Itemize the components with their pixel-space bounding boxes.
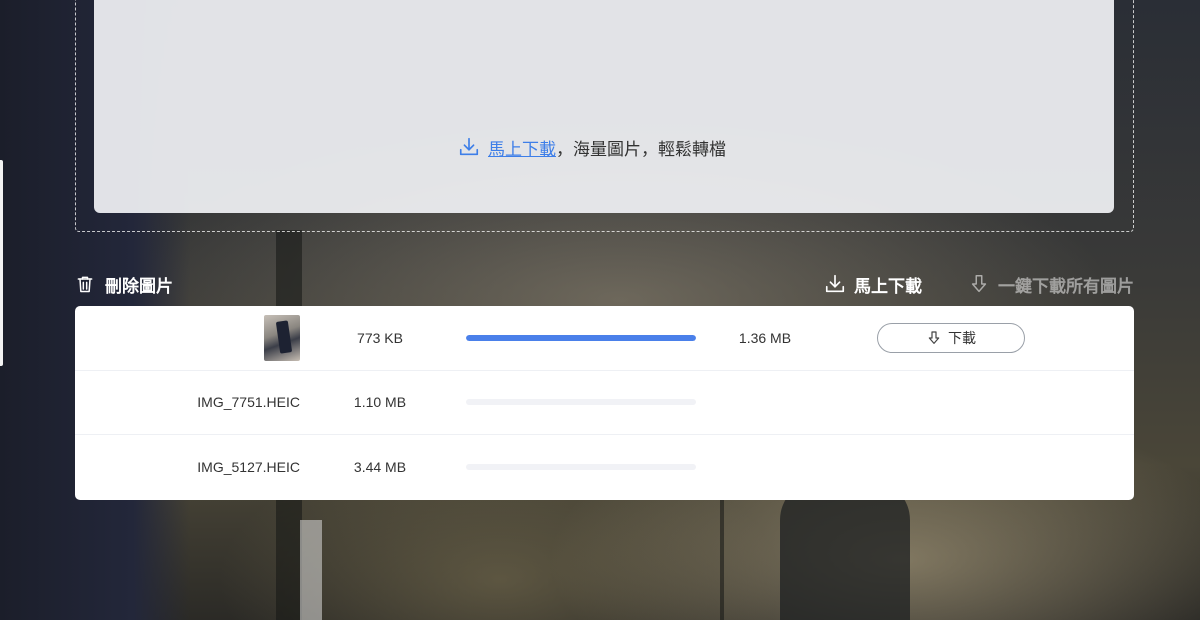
- file-row: 773 KB 1.36 MB 下載: [75, 306, 1134, 371]
- output-size: 1.36 MB: [738, 329, 792, 346]
- download-arrow-icon: [928, 331, 940, 344]
- file-row: IMG_7751.HEIC 1.10 MB: [75, 371, 1134, 436]
- delete-images-label: 刪除圖片: [105, 276, 173, 296]
- download-icon: [459, 137, 479, 156]
- trash-icon: [77, 276, 93, 293]
- file-size: 773 KB: [357, 329, 403, 346]
- upload-dropzone[interactable]: [94, 0, 1114, 213]
- file-row: IMG_5127.HEIC 3.44 MB: [75, 435, 1134, 500]
- progress-track: [466, 399, 696, 406]
- progress-fill: [466, 334, 696, 341]
- delete-images-button[interactable]: 刪除圖片: [75, 272, 173, 296]
- download-now-link[interactable]: 馬上下載: [488, 140, 556, 159]
- file-size: 3.44 MB: [353, 459, 407, 476]
- download-now-button[interactable]: 馬上下載: [824, 272, 922, 297]
- file-name: IMG_7751.HEIC: [197, 394, 300, 411]
- file-size: 1.10 MB: [353, 394, 407, 411]
- file-name: IMG_5127.HEIC: [197, 459, 300, 476]
- toolbar-actions: 馬上下載 一鍵下載所有圖片: [824, 272, 1134, 296]
- building: [300, 520, 322, 620]
- download-all-button[interactable]: 一鍵下載所有圖片: [968, 272, 1134, 297]
- download-hint: 馬上下載，海量圖片，輕鬆轉檔: [458, 135, 726, 159]
- progress-track: [466, 334, 696, 341]
- download-icon: [825, 274, 845, 293]
- person-silhouette: [780, 480, 910, 620]
- file-list: 773 KB 1.36 MB 下載 IMG_7751.HEIC 1.10 MB …: [75, 306, 1134, 500]
- file-thumbnail: [264, 314, 300, 361]
- tree-trunk: [720, 500, 724, 620]
- progress-track: [466, 464, 696, 471]
- download-all-label: 一鍵下載所有圖片: [998, 276, 1134, 296]
- download-hint-text: ，海量圖片，輕鬆轉檔: [556, 139, 726, 159]
- download-arrow-icon: [971, 275, 987, 293]
- download-now-label: 馬上下載: [854, 276, 922, 296]
- side-tab[interactable]: [0, 160, 3, 366]
- file-download-label: 下載: [948, 329, 976, 346]
- file-download-button[interactable]: 下載: [877, 322, 1025, 353]
